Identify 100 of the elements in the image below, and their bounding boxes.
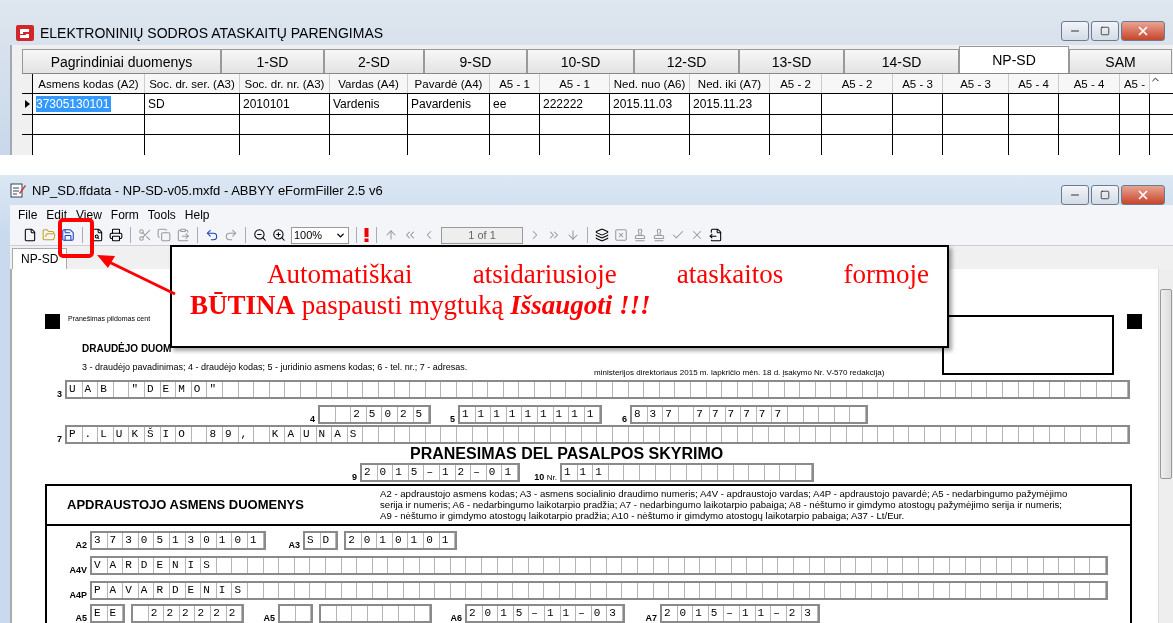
cut-icon[interactable] (138, 228, 152, 242)
input-field[interactable]: SD (303, 531, 339, 550)
tab[interactable]: 9-SD (424, 49, 527, 73)
column-header: Ned. iki (A7) (690, 74, 770, 93)
input-field[interactable]: 2010101 (344, 531, 458, 550)
column-header: A5 - (1120, 74, 1150, 93)
input-field[interactable]: P.LUKŠIO 89, KAUNAS (65, 424, 1130, 444)
input-field[interactable] (277, 604, 314, 623)
new-document-icon[interactable] (23, 228, 37, 242)
document-tab[interactable]: NP-SD (12, 248, 68, 269)
column-header: Vardas (A4) (330, 74, 408, 93)
maximize-button[interactable] (1091, 185, 1119, 205)
column-header: Asmens kodas (A2) (33, 74, 145, 93)
input-field[interactable] (319, 604, 433, 623)
table-cell: ee (490, 94, 540, 114)
section-heading: APDRAUSTOJO ASMENS DUOMENYS (67, 497, 305, 513)
window-title: ELEKTRONINIŲ SODROS ATASKAITŲ PARENGIMAS (40, 25, 385, 41)
menu-item[interactable]: File (18, 208, 38, 222)
field-label: A2 (74, 540, 88, 550)
tab[interactable]: Pagrindiniai duomenys (22, 49, 221, 73)
menu-item[interactable]: Form (110, 208, 139, 222)
check-icon[interactable] (671, 228, 685, 242)
input-field[interactable]: 111 (560, 463, 814, 482)
field-label: A3 (287, 540, 301, 550)
stamp-icon[interactable] (652, 228, 666, 242)
menu-item[interactable]: Tools (147, 208, 176, 222)
tab[interactable]: 10-SD (527, 49, 634, 73)
tab[interactable]: SAM (1069, 49, 1172, 73)
tab[interactable]: 12-SD (634, 49, 739, 73)
input-field[interactable]: PAVARDENIS (90, 581, 1108, 600)
up-arrow-icon[interactable] (384, 228, 398, 242)
input-field[interactable]: 25025 (318, 404, 432, 424)
field-label: A7 (644, 613, 658, 623)
column-header: A5 - 3 (893, 74, 943, 93)
column-header: A5 - 4 (1009, 74, 1059, 93)
corner-square-mark (1127, 314, 1142, 329)
paste-icon[interactable] (176, 228, 190, 242)
redo-icon[interactable] (224, 228, 238, 242)
table-cell: 2010101 (240, 94, 330, 114)
minimize-button[interactable] (1061, 185, 1089, 205)
page-field[interactable]: 1 of 1 (441, 226, 523, 244)
save-icon[interactable] (61, 228, 75, 242)
corner-square-mark (45, 314, 60, 329)
maximize-button[interactable] (1091, 21, 1119, 41)
close-button[interactable] (1121, 21, 1165, 41)
double-right-icon[interactable] (547, 228, 561, 242)
row-header[interactable] (22, 135, 33, 155)
exclamation-icon[interactable] (364, 228, 369, 242)
printer-icon[interactable] (109, 228, 123, 242)
input-field[interactable]: 2015–11–03 (464, 604, 625, 623)
tab[interactable]: 1-SD (221, 49, 324, 73)
open-folder-icon[interactable] (42, 228, 56, 242)
order-note: ministerijos direktoriaus 2015 m. lapkričio mėn. 18 d. įsakymo Nr. V-570 redakcija) (594, 367, 885, 377)
table-cell: 222222 (540, 94, 610, 114)
column-header: Ned. nuo (A6) (610, 74, 690, 93)
double-left-icon[interactable] (403, 228, 417, 242)
input-field[interactable]: 837 777777 (629, 404, 868, 424)
export-icon[interactable] (709, 228, 723, 242)
close-button[interactable] (1121, 185, 1165, 205)
layers-icon[interactable] (595, 228, 609, 242)
input-field[interactable]: 222222 (131, 604, 245, 623)
menu-item[interactable]: Edit (46, 208, 68, 222)
row-header[interactable] (22, 115, 33, 134)
column-header: Pavardė (A4) (408, 74, 490, 93)
zoom-out-icon[interactable] (253, 228, 267, 242)
square-x-icon[interactable] (614, 228, 628, 242)
copy-icon[interactable] (157, 228, 171, 242)
table-cell: 2015.11.03 (610, 94, 690, 114)
tab[interactable]: 2-SD (324, 49, 424, 73)
undo-icon[interactable] (205, 228, 219, 242)
zoom-in-icon[interactable] (272, 228, 286, 242)
input-field[interactable]: 2015–12–01 (360, 463, 520, 482)
cross-icon[interactable] (690, 228, 704, 242)
field-label: A6 (449, 613, 463, 623)
input-field[interactable]: UAB "DEMO" (65, 379, 1130, 399)
callout-text: Automatiškai atsidariusioje ataskaitos formoje (267, 259, 929, 290)
field-legend: A2 - apdraustojo asmens kodas; A3 - asmens socialinio draudimo numeris; A4V - apdraustojo vardas; A4P - apdraustojo pavardė; A5 - nedarbingumo pažymėjimo serija ir numeris; A6 - nedarbingumo laikotarpio pradžia; A7 - nedarbingumo laikotarpio pabaiga; A8 - nėštumo ir gimdymo atostogų pažymėjimo serija ir numeris; A9 - nėštumo ir gimdymo atostogų laikotarpio pradžia; A10 - nėštumo ir gimdymo atostogų laikotarpio pabaiga; A37 - Lt/Eur. (380, 488, 1068, 522)
scrollbar-thumb[interactable] (1160, 289, 1172, 479)
input-field[interactable]: EE (90, 604, 126, 623)
table-cell: Vardenis (330, 94, 408, 114)
stamp-icon[interactable] (633, 228, 647, 242)
field-label: 6 (620, 413, 628, 424)
row-header[interactable] (22, 94, 33, 114)
tab[interactable]: 14-SD (844, 49, 959, 73)
tab[interactable]: NP-SD (959, 46, 1069, 73)
input-field[interactable]: VARDENIS (90, 556, 1108, 575)
table-cell: 37305130101 (33, 94, 145, 114)
column-header: A5 - 2 (822, 74, 893, 93)
minimize-button[interactable] (1061, 21, 1089, 41)
input-field[interactable]: 2015–11–23 (659, 604, 820, 623)
tab[interactable]: 13-SD (739, 49, 844, 73)
menu-item[interactable]: Help (184, 208, 210, 222)
field-label: A5 (74, 613, 88, 623)
callout-text: BŪTINA paspausti mygtuką Išsaugoti !!! (190, 290, 652, 321)
form-edit-icon (10, 182, 26, 198)
zoom-select[interactable]: 100% (291, 226, 349, 244)
column-header: A5 - 1 (490, 74, 540, 93)
input-field[interactable]: 37305130101 (90, 531, 266, 550)
input-field[interactable]: 111111111 (458, 404, 603, 424)
window-title: NP_SD.ffdata - NP-SD-v05.mxfd - ABBYY eFormFiller 2.5 v6 (32, 182, 384, 198)
